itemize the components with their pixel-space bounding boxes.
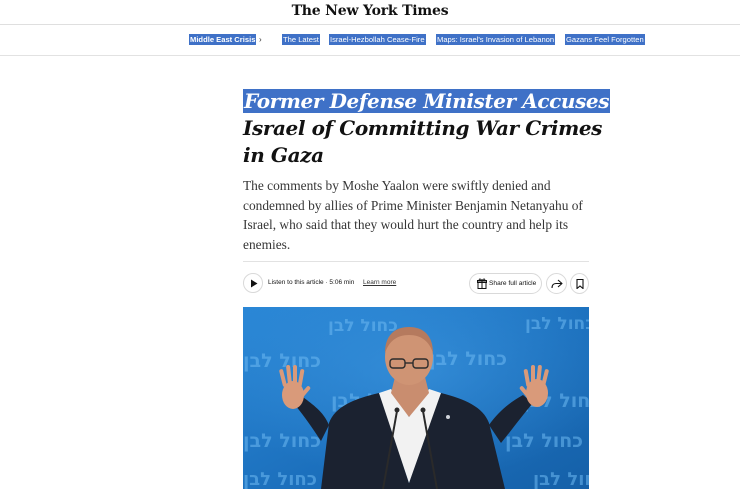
nav-section-middle-east-crisis[interactable]: Middle East Crisis — [189, 34, 257, 45]
article-summary: The comments by Moshe Yaalon were swiftl… — [243, 178, 583, 252]
share-forward-icon — [551, 279, 563, 289]
backdrop-text: כחול לבן — [243, 350, 321, 372]
backdrop-text: כחול לבן — [533, 469, 589, 489]
bookmark-icon — [576, 279, 584, 289]
backdrop-text: כחול לבן — [505, 430, 583, 452]
backdrop-text: כחול לבן — [243, 430, 321, 452]
share-button[interactable] — [546, 273, 567, 294]
headline-selected-text: Former Defense Minister Accuses — [243, 89, 611, 113]
gift-icon — [477, 278, 487, 289]
article-headline: Former Defense Minister Accuses Israel of… — [243, 88, 623, 169]
masthead: The New York Times — [0, 0, 740, 25]
section-nav: Middle East Crisis › The Latest Israel-H… — [0, 25, 740, 56]
article-lead-photo: כחול לבן כחול לבן כחול לבן כחול לבן כחול… — [243, 307, 589, 489]
nav-link-the-latest[interactable]: The Latest — [282, 34, 320, 45]
nav-link-cease-fire[interactable]: Israel-Hezbollah Cease-Fire — [329, 34, 426, 45]
lead-photo-image: כחול לבן כחול לבן כחול לבן כחול לבן כחול… — [243, 307, 589, 489]
learn-more-link[interactable]: Learn more — [363, 278, 396, 288]
nyt-logo[interactable]: The New York Times — [0, 3, 740, 19]
listen-label: Listen to this article · 5:06 min — [268, 279, 355, 286]
nav-link-gazans-forgotten[interactable]: Gazans Feel Forgotten — [565, 34, 645, 45]
save-article-button[interactable] — [570, 273, 589, 294]
listen-play-button[interactable] — [243, 273, 263, 293]
play-icon — [251, 279, 258, 288]
headline-rest: Israel of Committing War Crimes in Gaza — [243, 116, 603, 167]
backdrop-text: כחול לבן — [525, 314, 589, 334]
backdrop-text: כחול לבן — [429, 348, 507, 370]
share-full-article-button[interactable]: Share full article — [469, 273, 542, 294]
chevron-right-icon: › — [259, 35, 262, 44]
article-toolbar: Listen to this article · 5:06 min Learn … — [243, 261, 589, 304]
share-full-article-label: Share full article — [489, 280, 537, 287]
backdrop-text: כחול לבן — [243, 469, 317, 489]
nav-link-maps-invasion[interactable]: Maps: Israel's Invasion of Lebanon — [436, 34, 556, 45]
backdrop-text: כחול לבן — [328, 316, 398, 336]
